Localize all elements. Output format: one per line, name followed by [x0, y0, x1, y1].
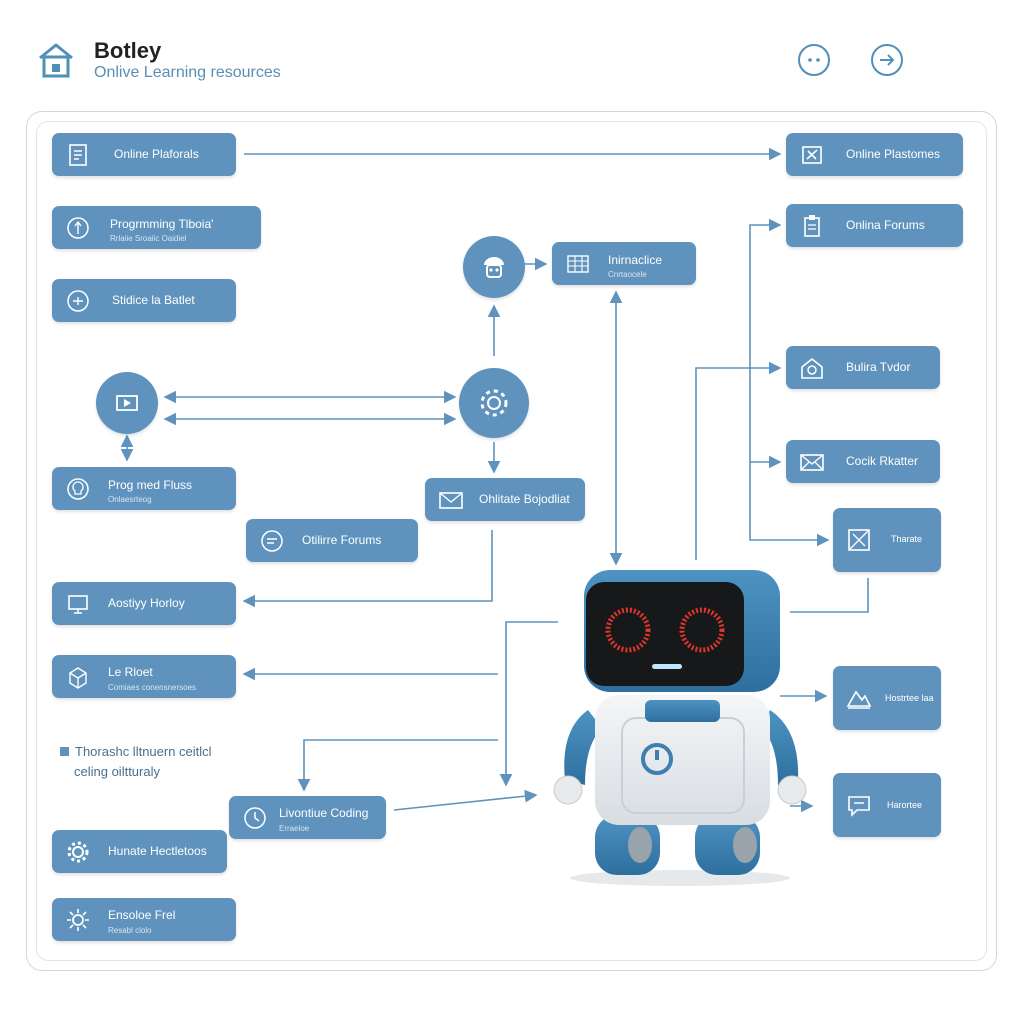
- cube-icon: [69, 666, 87, 689]
- chat-icon: [67, 289, 89, 312]
- grid-icon: [567, 254, 589, 273]
- bullet-marker: [60, 747, 69, 756]
- clock-icon: [244, 806, 266, 829]
- node-label: Hostrtee laa: [885, 693, 934, 703]
- left-node-studies[interactable]: Stidice la Batlet: [52, 279, 236, 322]
- image-icon: [848, 529, 870, 551]
- node-label: Cocik Rkatter: [846, 454, 919, 468]
- node-label: Progrmming Tlboia': [110, 217, 214, 231]
- right-node-harortee[interactable]: Harortee: [833, 773, 941, 837]
- left-node-le-robot[interactable]: Le Rloet Comiaes conensnersoes: [52, 655, 236, 698]
- more-options-button[interactable]: [798, 44, 830, 76]
- node-sublabel: Rrlaiie Sroaiic Oaidiel: [110, 234, 187, 243]
- left-node-programming-tutorials[interactable]: Progrmming Tlboia' Rrlaiie Sroaiic Oaidi…: [52, 206, 261, 249]
- left-node-hunate-hectletoos[interactable]: Hunate Hectletoos: [52, 830, 227, 873]
- node-label: Prog med Fluss: [108, 478, 193, 492]
- mail-icon: [439, 491, 463, 509]
- node-label: Otilirre Forums: [302, 533, 382, 547]
- sun-icon: [67, 908, 89, 931]
- node-label: Stidice la Batlet: [112, 293, 195, 307]
- center-node-forums[interactable]: Otilirre Forums: [246, 519, 418, 562]
- left-node-programmed-fluss[interactable]: Prog med Fluss Onlaesrteog: [52, 467, 236, 510]
- home-robot-icon: [801, 357, 823, 379]
- dots-icon: [808, 58, 820, 62]
- annotation-note: Thorashc lltnuern ceitlcl celing oilttur…: [60, 742, 212, 782]
- node-label: Tharate: [891, 534, 923, 544]
- envelope-icon: [800, 453, 824, 471]
- node-label: Le Rloet: [108, 665, 153, 679]
- center-node-interactive[interactable]: Inirnaclice Cnrtaocele: [552, 242, 696, 285]
- node-sublabel: Erraeloe: [279, 824, 310, 833]
- document-icon: [69, 143, 87, 166]
- node-sublabel: Cnrtaocele: [608, 270, 647, 279]
- right-node-online-platforms[interactable]: Online Plastomes: [786, 133, 963, 176]
- robot-head-icon: [484, 257, 504, 278]
- home-icon: [39, 43, 73, 78]
- play-icon: [116, 395, 138, 411]
- left-node-online-platforms[interactable]: Online Plaforals: [52, 133, 236, 176]
- chat-bubble-icon: [261, 529, 283, 552]
- node-label: Ohlitate Bojodliat: [479, 492, 570, 506]
- node-label: Inirnaclice: [608, 253, 663, 267]
- node-label: Harortee: [887, 800, 923, 810]
- center-node-coding[interactable]: Livontiue Coding Erraeloe: [229, 796, 386, 839]
- note-line-1: Thorashc lltnuern ceitlcl: [75, 744, 212, 759]
- right-node-online-forums[interactable]: Onlina Forums: [786, 204, 963, 247]
- right-node-hostrtee-laa[interactable]: Hostrtee laa: [833, 666, 941, 730]
- lightbulb-icon: [67, 216, 89, 239]
- left-node-activity-history[interactable]: Aostiyy Horloy: [52, 582, 236, 625]
- settings-circle[interactable]: [459, 368, 529, 438]
- speech-icon: [848, 796, 870, 817]
- node-label: Livontiue Coding: [279, 806, 369, 820]
- mountain-icon: [846, 690, 872, 709]
- node-label: Ensoloe Frel: [108, 908, 176, 922]
- next-button[interactable]: [871, 44, 903, 76]
- header: Botley Onlive Learning resources: [0, 0, 1024, 110]
- node-sublabel: Resabl clolo: [108, 926, 152, 935]
- node-label: Hunate Hectletoos: [108, 844, 207, 858]
- gear-icon: [67, 841, 89, 862]
- botley-robot-illustration: [553, 570, 807, 886]
- right-node-bulira-tvdor[interactable]: Bulira Tvdor: [786, 346, 940, 389]
- video-circle[interactable]: [96, 372, 158, 434]
- lightbulb-icon: [67, 477, 89, 500]
- left-node-ensoloe-frel[interactable]: Ensoloe Frel Resabl clolo: [52, 898, 236, 941]
- node-label: Online Plaforals: [114, 147, 199, 161]
- tools-icon: [802, 145, 822, 164]
- right-node-tharate[interactable]: Tharate: [833, 508, 941, 572]
- center-node-email[interactable]: Ohlitate Bojodliat: [425, 478, 585, 521]
- clipboard-icon: [804, 214, 820, 237]
- app-title: Botley: [94, 38, 162, 63]
- arrow-right-icon: [880, 54, 895, 66]
- node-sublabel: Onlaesrteog: [108, 495, 152, 504]
- node-label: Bulira Tvdor: [846, 360, 911, 374]
- robot-face-circle[interactable]: [463, 236, 525, 298]
- node-label: Aostiyy Horloy: [108, 596, 185, 610]
- node-label: Onlina Forums: [846, 218, 925, 232]
- gear-icon: [480, 389, 508, 417]
- node-sublabel: Comiaes conensnersoes: [108, 683, 197, 692]
- monitor-icon: [68, 594, 88, 614]
- node-label: Online Plastomes: [846, 147, 941, 161]
- note-line-2: celing oiltturaly: [74, 764, 160, 779]
- app-subtitle: Onlive Learning resources: [94, 64, 281, 81]
- right-node-cocik-rkatter[interactable]: Cocik Rkatter: [786, 440, 940, 483]
